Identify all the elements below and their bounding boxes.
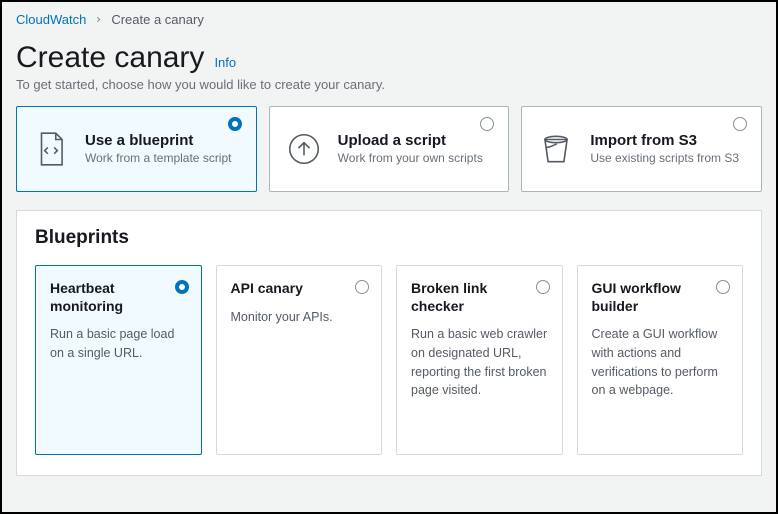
blueprint-title: GUI workflow builder	[592, 280, 731, 315]
bucket-icon	[536, 129, 576, 169]
page-title: Create canary Info	[16, 41, 762, 75]
blueprints-heading: Blueprints	[35, 227, 743, 249]
blueprints-panel: Blueprints Heartbeat monitoring Run a ba…	[16, 210, 762, 476]
breadcrumb-current: Create a canary	[111, 12, 204, 27]
radio-icon	[480, 117, 494, 131]
method-title: Import from S3	[590, 132, 749, 149]
radio-icon	[733, 117, 747, 131]
page-title-text: Create canary	[16, 41, 204, 75]
blueprint-title: Heartbeat monitoring	[50, 280, 189, 315]
page-subtitle: To get started, choose how you would lik…	[16, 77, 762, 92]
radio-icon	[355, 280, 369, 294]
creation-method-group: Use a blueprint Work from a template scr…	[16, 106, 762, 192]
blueprint-desc: Monitor your APIs.	[231, 308, 370, 327]
blueprint-desc: Create a GUI workflow with actions and v…	[592, 325, 731, 400]
blueprint-title: Broken link checker	[411, 280, 550, 315]
blueprint-option-gui-workflow[interactable]: GUI workflow builder Create a GUI workfl…	[577, 265, 744, 455]
method-desc: Work from your own scripts	[338, 151, 497, 167]
method-desc: Use existing scripts from S3	[590, 151, 749, 167]
blueprint-desc: Run a basic web crawler on designated UR…	[411, 325, 550, 400]
chevron-right-icon	[94, 12, 103, 27]
method-option-s3[interactable]: Import from S3 Use existing scripts from…	[521, 106, 762, 192]
app-viewport: CloudWatch Create a canary Create canary…	[0, 0, 778, 514]
blueprint-option-group: Heartbeat monitoring Run a basic page lo…	[35, 265, 743, 455]
blueprint-option-api[interactable]: API canary Monitor your APIs.	[216, 265, 383, 455]
blueprint-option-heartbeat[interactable]: Heartbeat monitoring Run a basic page lo…	[35, 265, 202, 455]
method-option-upload[interactable]: Upload a script Work from your own scrip…	[269, 106, 510, 192]
radio-icon	[175, 280, 189, 294]
blueprint-desc: Run a basic page load on a single URL.	[50, 325, 189, 363]
breadcrumb: CloudWatch Create a canary	[16, 12, 762, 27]
method-title: Use a blueprint	[85, 132, 244, 149]
method-desc: Work from a template script	[85, 151, 244, 167]
radio-icon	[716, 280, 730, 294]
radio-icon	[536, 280, 550, 294]
method-title: Upload a script	[338, 132, 497, 149]
breadcrumb-root[interactable]: CloudWatch	[16, 12, 86, 27]
blueprint-option-broken-link[interactable]: Broken link checker Run a basic web craw…	[396, 265, 563, 455]
info-link[interactable]: Info	[214, 55, 236, 70]
radio-icon	[228, 117, 242, 131]
method-option-blueprint[interactable]: Use a blueprint Work from a template scr…	[16, 106, 257, 192]
upload-icon	[284, 129, 324, 169]
blueprint-title: API canary	[231, 280, 370, 298]
script-file-icon	[31, 129, 71, 169]
